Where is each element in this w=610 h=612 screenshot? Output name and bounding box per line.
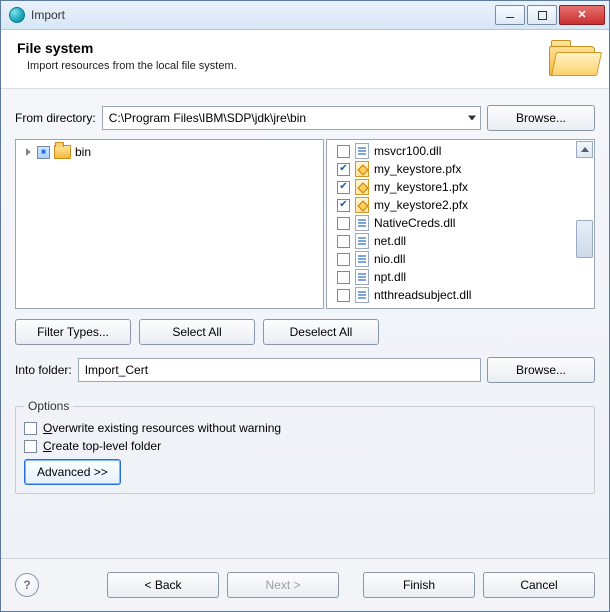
app-icon (9, 7, 25, 23)
file-name: my_keystore.pfx (374, 162, 461, 176)
selection-panes: bin msvcr100.dll my_keystore.pfx my_keysto… (15, 139, 595, 309)
folder-tree[interactable]: bin (15, 139, 324, 309)
toplevel-label: Create top-level folder (43, 439, 161, 453)
file-row[interactable]: my_keystore1.pfx (333, 178, 594, 196)
maximize-button[interactable] (527, 5, 557, 25)
scroll-up-button[interactable] (576, 141, 593, 158)
minimize-button[interactable] (495, 5, 525, 25)
wizard-body: From directory: C:\Program Files\IBM\SDP… (1, 89, 609, 558)
expand-icon[interactable] (26, 148, 31, 156)
deselect-all-button[interactable]: Deselect All (263, 319, 379, 345)
from-directory-value: C:\Program Files\IBM\SDP\jdk\jre\bin (109, 111, 306, 125)
into-folder-browse-button[interactable]: Browse... (487, 357, 595, 383)
from-directory-combo[interactable]: C:\Program Files\IBM\SDP\jdk\jre\bin (102, 106, 481, 130)
dll-file-icon (355, 269, 369, 285)
certificate-file-icon (355, 179, 369, 195)
wizard-header: File system Import resources from the lo… (1, 30, 609, 89)
help-button[interactable]: ? (15, 573, 39, 597)
file-name: ntthreadsubject.dll (374, 288, 471, 302)
into-folder-label: Into folder: (15, 363, 72, 377)
tree-checkbox-bin[interactable] (37, 146, 50, 159)
toplevel-checkbox[interactable] (24, 440, 37, 453)
folder-icon (54, 145, 71, 159)
from-directory-row: From directory: C:\Program Files\IBM\SDP… (15, 105, 595, 131)
file-name: nio.dll (374, 252, 405, 266)
wizard-footer: ? < Back Next > Finish Cancel (1, 558, 609, 611)
dll-file-icon (355, 215, 369, 231)
dll-file-icon (355, 233, 369, 249)
finish-button[interactable]: Finish (363, 572, 475, 598)
file-checkbox[interactable] (337, 181, 350, 194)
file-row[interactable]: ntthreadsubject.dll (333, 286, 594, 304)
page-title: File system (17, 40, 549, 56)
file-name: npt.dll (374, 270, 406, 284)
file-name: my_keystore2.pfx (374, 198, 468, 212)
toplevel-option[interactable]: Create top-level folder (24, 437, 586, 455)
file-checkbox[interactable] (337, 253, 350, 266)
filter-types-button[interactable]: Filter Types... (15, 319, 131, 345)
dll-file-icon (355, 143, 369, 159)
file-checkbox[interactable] (337, 271, 350, 284)
file-checkbox[interactable] (337, 235, 350, 248)
file-row[interactable]: msvcr100.dll (333, 142, 594, 160)
file-name: net.dll (374, 234, 406, 248)
select-all-button[interactable]: Select All (139, 319, 255, 345)
certificate-file-icon (355, 161, 369, 177)
scrollbar-thumb[interactable] (576, 220, 593, 258)
close-button[interactable]: ✕ (559, 5, 605, 25)
file-checkbox[interactable] (337, 289, 350, 302)
file-row[interactable]: npt.dll (333, 268, 594, 286)
file-checkbox[interactable] (337, 217, 350, 230)
cancel-button[interactable]: Cancel (483, 572, 595, 598)
file-list[interactable]: msvcr100.dll my_keystore.pfx my_keystore1.… (326, 139, 595, 309)
back-button[interactable]: < Back (107, 572, 219, 598)
file-row[interactable]: nio.dll (333, 250, 594, 268)
overwrite-label: Overwrite existing resources without war… (43, 421, 281, 435)
titlebar[interactable]: Import ✕ (1, 1, 609, 30)
dll-file-icon (355, 251, 369, 267)
options-group: Options Overwrite existing resources wit… (15, 399, 595, 494)
advanced-button[interactable]: Advanced >> (24, 459, 121, 485)
window-title: Import (31, 8, 65, 22)
file-row[interactable]: my_keystore2.pfx (333, 196, 594, 214)
overwrite-checkbox[interactable] (24, 422, 37, 435)
file-row[interactable]: my_keystore.pfx (333, 160, 594, 178)
into-folder-value: Import_Cert (85, 363, 148, 377)
selection-buttons: Filter Types... Select All Deselect All (15, 319, 595, 345)
file-checkbox[interactable] (337, 199, 350, 212)
file-name: NativeCreds.dll (374, 216, 455, 230)
options-legend: Options (24, 399, 73, 413)
file-name: msvcr100.dll (374, 144, 441, 158)
into-folder-row: Into folder: Import_Cert Browse... (15, 357, 595, 383)
file-checkbox[interactable] (337, 145, 350, 158)
from-directory-browse-button[interactable]: Browse... (487, 105, 595, 131)
dll-file-icon (355, 287, 369, 303)
window-buttons: ✕ (495, 5, 605, 25)
into-folder-input[interactable]: Import_Cert (78, 358, 481, 382)
certificate-file-icon (355, 197, 369, 213)
file-row[interactable]: net.dll (333, 232, 594, 250)
page-subtitle: Import resources from the local file sys… (27, 60, 549, 72)
file-name: my_keystore1.pfx (374, 180, 468, 194)
from-directory-label: From directory: (15, 111, 96, 125)
chevron-down-icon (468, 116, 476, 121)
import-dialog: Import ✕ File system Import resources fr… (0, 0, 610, 612)
overwrite-option[interactable]: Overwrite existing resources without war… (24, 419, 586, 437)
file-checkbox[interactable] (337, 163, 350, 176)
next-button[interactable]: Next > (227, 572, 339, 598)
tree-row-bin[interactable]: bin (22, 144, 317, 160)
file-row[interactable]: NativeCreds.dll (333, 214, 594, 232)
folder-icon (549, 40, 593, 76)
tree-label-bin: bin (75, 145, 91, 159)
